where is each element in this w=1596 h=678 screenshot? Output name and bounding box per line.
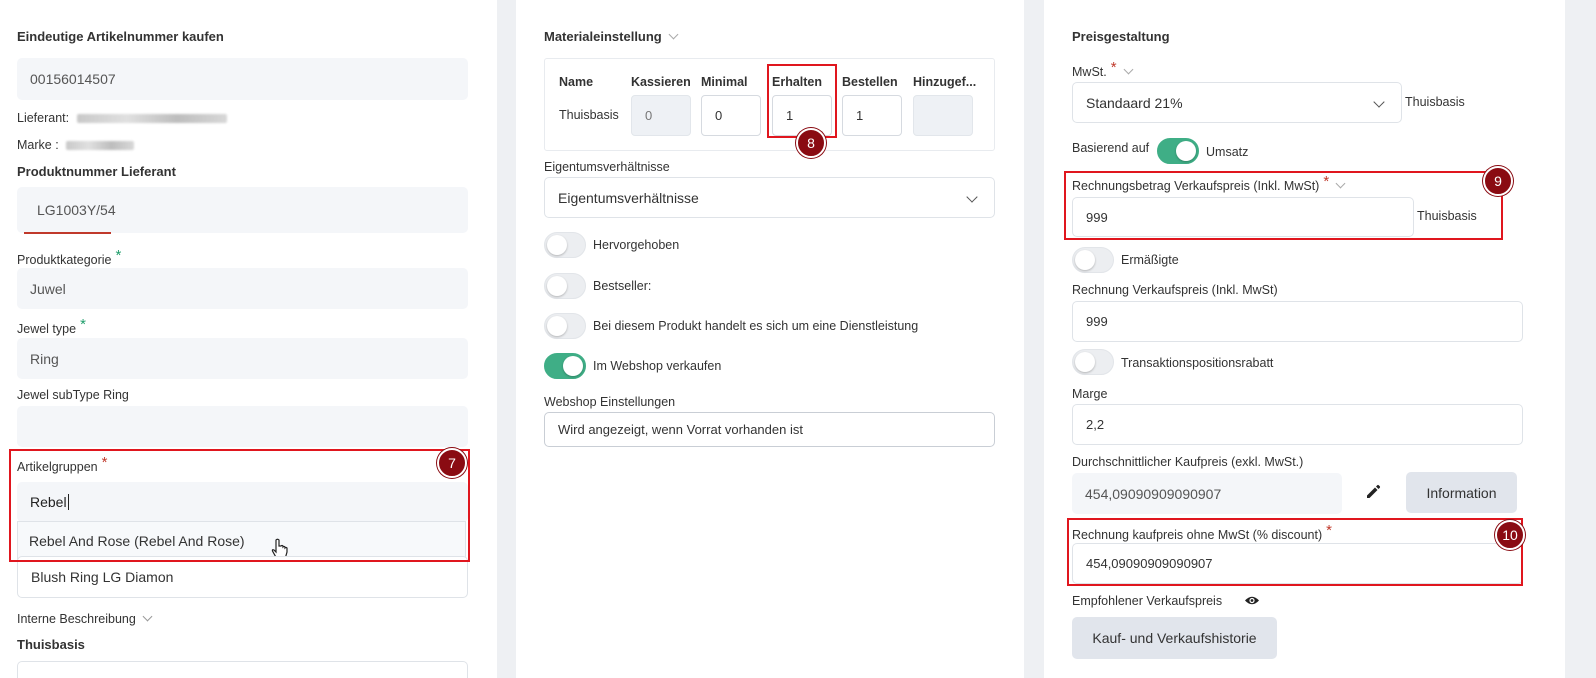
information-button[interactable]: Information bbox=[1406, 472, 1517, 513]
webshop-sell-label: Im Webshop verkaufen bbox=[593, 359, 722, 373]
minimal-input[interactable]: 0 bbox=[701, 95, 761, 136]
chevron-down-icon bbox=[1373, 96, 1385, 108]
supplier-number-underline bbox=[24, 232, 111, 234]
step-badge-9: 9 bbox=[1483, 166, 1513, 196]
kassieren-field: 0 bbox=[631, 95, 691, 136]
material-panel: Materialeinstellung Name Kassieren Minim… bbox=[516, 0, 1024, 678]
featured-toggle[interactable] bbox=[544, 232, 586, 258]
internal-description-toggle[interactable]: Interne Beschreibung bbox=[17, 611, 153, 626]
pricing-title: Preisgestaltung bbox=[1072, 29, 1170, 44]
material-settings-title: Materialeinstellung bbox=[544, 29, 662, 44]
sale-price-label: Rechnung Verkaufspreis (Inkl. MwSt) bbox=[1072, 283, 1278, 297]
col-header-name: Name bbox=[559, 75, 594, 89]
margin-label: Marge bbox=[1072, 387, 1108, 401]
supplier-label: Lieferant: bbox=[17, 111, 70, 125]
jewel-type-label: Jewel type bbox=[17, 322, 77, 336]
ownership-select-value: Eigentumsverhältnisse bbox=[558, 189, 699, 206]
highlight-box-9 bbox=[1064, 171, 1503, 240]
service-toggle[interactable] bbox=[544, 313, 586, 339]
highlight-box-10 bbox=[1067, 518, 1523, 586]
vat-select[interactable]: Standaard 21% bbox=[1072, 82, 1402, 123]
ownership-select[interactable]: Eigentumsverhältnisse bbox=[544, 177, 995, 218]
vat-label: MwSt. bbox=[1072, 65, 1107, 79]
location-title: Thuisbasis bbox=[17, 637, 85, 652]
step-badge-7: 7 bbox=[437, 448, 467, 478]
vat-select-value: Standaard 21% bbox=[1086, 94, 1183, 111]
step-badge-8: 8 bbox=[796, 128, 826, 158]
bestseller-toggle[interactable] bbox=[544, 273, 586, 299]
vat-location: Thuisbasis bbox=[1405, 95, 1465, 109]
location-field[interactable] bbox=[17, 661, 468, 678]
transaction-discount-toggle[interactable] bbox=[1072, 349, 1114, 375]
reduced-toggle[interactable] bbox=[1072, 247, 1114, 273]
jewel-subtype-label: Jewel subType Ring bbox=[17, 388, 129, 402]
chevron-down-icon bbox=[1123, 64, 1134, 75]
col-header-minimal: Minimal bbox=[701, 75, 748, 89]
ownership-label: Eigentumsverhältnisse bbox=[544, 160, 670, 174]
bestseller-label: Bestseller: bbox=[593, 279, 652, 293]
required-mark: * bbox=[1110, 59, 1117, 76]
bestellen-input[interactable]: 1 bbox=[842, 95, 902, 136]
webshop-settings-select[interactable]: Wird angezeigt, wenn Vorrat vorhanden is… bbox=[544, 412, 995, 447]
required-mark: * bbox=[80, 316, 86, 333]
sale-price-input[interactable]: 999 bbox=[1072, 301, 1523, 342]
category-label-row: Produktkategorie * bbox=[17, 247, 121, 268]
brand-redacted bbox=[66, 141, 135, 151]
chevron-down-icon bbox=[668, 29, 679, 40]
brand-label: Marke : bbox=[17, 138, 59, 152]
col-header-bestellen: Bestellen bbox=[842, 75, 898, 89]
highlight-box-7 bbox=[9, 449, 470, 562]
featured-label: Hervorgehoben bbox=[593, 238, 680, 252]
article-number-field[interactable]: 00156014507 bbox=[17, 58, 468, 100]
hinzugefuegt-field bbox=[913, 95, 973, 136]
margin-input[interactable]: 2,2 bbox=[1072, 404, 1523, 445]
webshop-settings-label: Webshop Einstellungen bbox=[544, 395, 676, 409]
supplier-number-field[interactable]: LG1003Y/54 bbox=[17, 187, 468, 233]
supplier-row: Lieferant: bbox=[17, 111, 227, 125]
highlight-box-8 bbox=[767, 64, 837, 138]
category-field[interactable]: Juwel bbox=[17, 268, 468, 309]
avg-purchase-field: 454,09090909090907 bbox=[1072, 473, 1342, 514]
unique-article-title: Eindeutige Artikelnummer kaufen bbox=[17, 29, 224, 44]
recommended-price-label: Empfohlener Verkaufspreis bbox=[1072, 594, 1223, 608]
vat-label-row: MwSt. * bbox=[1072, 59, 1134, 80]
supplier-redacted bbox=[76, 114, 227, 124]
category-label: Produktkategorie bbox=[17, 253, 112, 267]
based-on-label: Basierend auf bbox=[1072, 141, 1150, 155]
supplier-number-title: Produktnummer Lieferant bbox=[17, 164, 176, 179]
pencil-icon[interactable] bbox=[1364, 483, 1382, 501]
jewel-type-field[interactable]: Ring bbox=[17, 338, 468, 379]
pricing-panel: Preisgestaltung MwSt. * Standaard 21% Thu… bbox=[1044, 0, 1565, 678]
purchase-sales-history-button[interactable]: Kauf- und Verkaufshistorie bbox=[1072, 617, 1277, 659]
description-field[interactable]: Blush Ring LG Diamon bbox=[17, 556, 468, 598]
jewel-type-label-row: Jewel type * bbox=[17, 316, 86, 337]
avg-purchase-label: Durchschnittlicher Kaufpreis (exkl. MwSt… bbox=[1072, 455, 1304, 469]
eye-icon[interactable] bbox=[1244, 594, 1260, 607]
webshop-sell-toggle[interactable] bbox=[544, 353, 586, 379]
material-settings-toggle[interactable]: Materialeinstellung bbox=[544, 29, 679, 44]
internal-description-label: Interne Beschreibung bbox=[17, 612, 136, 626]
chevron-down-icon bbox=[142, 611, 153, 622]
material-row-name: Thuisbasis bbox=[559, 108, 619, 122]
jewel-subtype-field[interactable] bbox=[17, 406, 468, 447]
product-info-panel: Eindeutige Artikelnummer kaufen 00156014… bbox=[0, 0, 497, 678]
transaction-discount-label: Transaktionspositionsrabatt bbox=[1121, 356, 1274, 370]
reduced-label: Ermäßigte bbox=[1121, 253, 1179, 267]
based-on-value: Umsatz bbox=[1206, 145, 1249, 159]
col-header-hinzugefuegt: Hinzugef... bbox=[913, 75, 977, 89]
service-label: Bei diesem Produkt handelt es sich um ei… bbox=[593, 319, 919, 333]
chevron-down-icon bbox=[966, 191, 978, 203]
based-on-toggle[interactable] bbox=[1157, 138, 1199, 164]
brand-row: Marke : bbox=[17, 138, 135, 152]
col-header-kassieren: Kassieren bbox=[631, 75, 691, 89]
required-mark: * bbox=[115, 247, 122, 264]
step-badge-10: 10 bbox=[1495, 520, 1525, 550]
